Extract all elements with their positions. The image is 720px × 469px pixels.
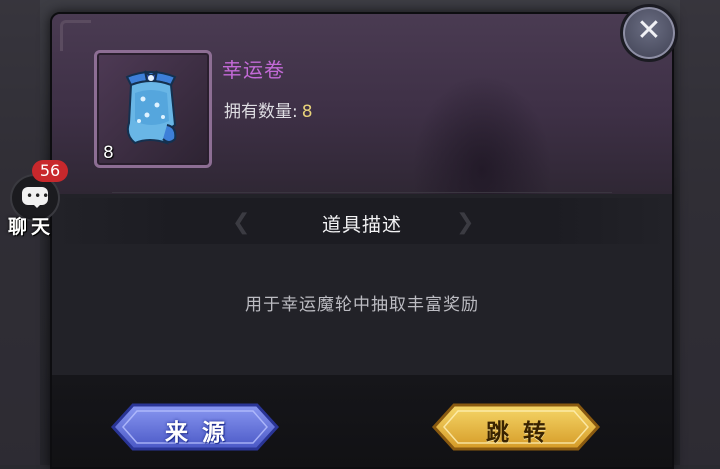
quantity-label: 拥有数量: (224, 102, 298, 122)
jump-button[interactable]: 跳转 (430, 402, 602, 452)
chat-unread-badge: 56 (32, 160, 68, 182)
source-button[interactable]: 来源 (109, 402, 281, 452)
chat-label: 聊天 (8, 216, 55, 238)
header-background-art (412, 74, 552, 194)
jump-button-label: 跳转 (486, 419, 560, 446)
quantity-value: 8 (301, 102, 313, 122)
background-right-column (680, 0, 720, 465)
description-title: 道具描述 (321, 214, 402, 236)
description-text: 用于幸运魔轮中抽取丰富奖励 (245, 295, 479, 315)
close-button[interactable]: ✕ (620, 4, 678, 62)
source-button-label: 来源 (165, 419, 239, 446)
lucky-scroll-icon (125, 70, 177, 145)
chat-widget[interactable]: ••• 56 聊天 (2, 160, 68, 240)
item-icon-frame: 8 (94, 50, 212, 168)
item-count-badge: 8 (103, 143, 114, 163)
corner-ornament (60, 20, 91, 51)
item-detail-dialog: 8 幸运卷 拥有数量:8 ❮ ❯ 道具描述 用于幸运魔轮中抽取丰富奖励 来源 (50, 12, 674, 469)
item-name: 幸运卷 (222, 58, 285, 82)
dialog-header: 8 幸运卷 拥有数量: 8 (52, 14, 672, 194)
close-icon: ✕ (636, 13, 662, 48)
item-quantity: 拥有数量: 8 (224, 97, 313, 122)
header-divider (112, 192, 612, 193)
